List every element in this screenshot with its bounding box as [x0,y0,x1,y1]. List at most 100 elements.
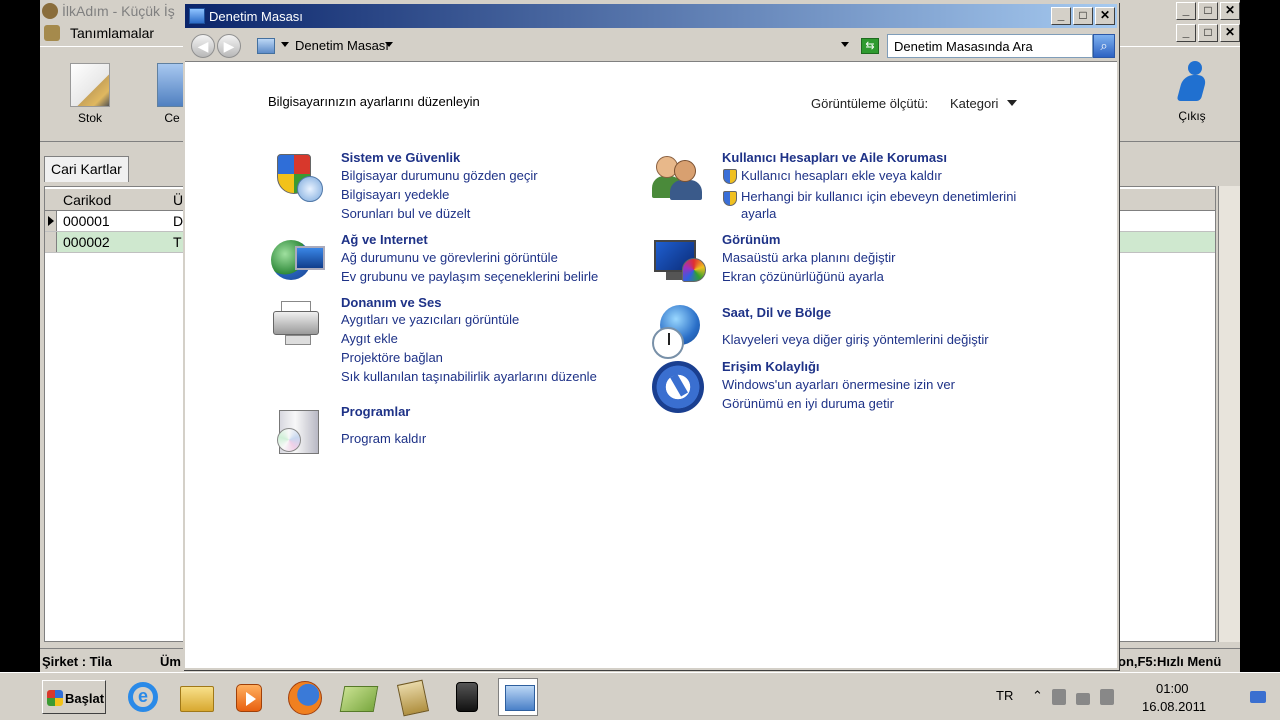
link-parental-controls-cont[interactable]: ayarla [741,206,776,221]
link-connect-projector[interactable]: Projektöre bağlan [341,350,443,365]
bg-maximize-button[interactable]: □ [1198,2,1218,20]
link-mobility-settings[interactable]: Sık kullanılan taşınabilirlik ayarlarını… [341,369,597,384]
breadcrumb-chevron-down-icon[interactable] [385,42,393,47]
link-backup[interactable]: Bilgisayarı yedekle [341,187,449,202]
volume-icon[interactable] [1100,689,1114,705]
action-center-icon[interactable] [1052,689,1066,705]
start-button[interactable]: Başlat [42,680,106,714]
window-title: Denetim Masası [209,9,303,24]
search-icon[interactable]: ⌕ [1093,34,1115,58]
category-title[interactable]: Donanım ve Ses [341,295,441,310]
grid-vertical-scrollbar[interactable] [1218,186,1240,642]
link-suggest-settings[interactable]: Windows'un ayarları önermesine izin ver [722,377,955,392]
users-icon[interactable] [652,150,708,206]
taskbar-app[interactable] [446,678,486,716]
ease-of-access-icon[interactable] [652,359,708,415]
mdi-maximize-button[interactable]: □ [1198,24,1218,42]
bg-close-button[interactable]: ✕ [1220,2,1240,20]
link-parental-controls[interactable]: Herhangi bir kullanıcı için ebeveyn dene… [741,189,1016,204]
uac-shield-icon [723,191,737,206]
control-panel-titlebar[interactable]: Denetim Masası _ □ ✕ [185,4,1117,28]
link-desktop-background[interactable]: Masaüstü arka planını değiştir [722,250,895,265]
folder-icon [180,686,214,712]
language-indicator[interactable]: TR [996,688,1013,703]
search-input[interactable]: Denetim Masasında Ara [887,34,1093,58]
taskbar: Başlat e TR ⌃ 01:00 16.08.2011 [0,672,1280,720]
view-by-label: Görüntüleme ölçütü: [811,96,929,111]
breadcrumb[interactable]: Denetim Masası [251,35,857,57]
breadcrumb-dropdown-icon[interactable] [281,42,289,47]
network-globe-icon[interactable] [271,232,327,288]
row-col2: D [173,213,184,229]
grid-column-carikod[interactable]: Carikod [63,192,111,208]
windows-flag-icon [47,690,63,706]
link-troubleshoot[interactable]: Sorunları bul ve düzelt [341,206,470,221]
link-homegroup[interactable]: Ev grubunu ve paylaşım seçeneklerini bel… [341,269,598,284]
control-panel-content: Bilgisayarınızın ayarlarını düzenleyin G… [185,62,1117,672]
link-review-status[interactable]: Bilgisayar durumunu gözden geçir [341,168,538,183]
view-by-chevron-down-icon[interactable] [1007,100,1017,106]
link-keyboards-input[interactable]: Klavyeleri veya diğer giriş yöntemlerini… [722,332,989,347]
category-title[interactable]: Saat, Dil ve Bölge [722,305,831,320]
ce-label: Ce [164,111,180,125]
refresh-button[interactable]: ⇆ [861,38,879,54]
printer-icon[interactable] [271,295,327,351]
clock-time[interactable]: 01:00 [1156,681,1189,696]
documents-app-icon [396,679,430,717]
tray-chevron-icon[interactable]: ⌃ [1032,688,1043,704]
view-by-dropdown[interactable]: Kategori [950,96,998,111]
forward-button[interactable]: ▶ [217,34,241,58]
stok-button[interactable]: Stok [68,63,112,125]
category-title[interactable]: Programlar [341,404,410,419]
address-history-dropdown-icon[interactable] [841,42,849,47]
control-panel-icon [189,8,205,24]
monitor-palette-icon[interactable] [652,232,708,288]
menu-item-tanimlamalar[interactable]: Tanımlamalar [70,25,154,41]
row-indicator [45,211,57,231]
programs-disc-icon[interactable] [271,404,327,460]
row-code: 000002 [63,234,110,250]
show-desktop-icon[interactable] [1250,691,1266,703]
bg-minimize-button[interactable]: _ [1176,2,1196,20]
control-panel-icon [505,685,535,711]
category-title[interactable]: Erişim Kolaylığı [722,359,820,374]
category-title[interactable]: Ağ ve Internet [341,232,428,247]
link-screen-resolution[interactable]: Ekran çözünürlüğünü ayarla [722,269,884,284]
tab-cari-kartlar[interactable]: Cari Kartlar [44,156,129,182]
link-optimize-display[interactable]: Görünümü en iyi duruma getir [722,396,894,411]
grid-column-2[interactable]: Ü [173,192,183,208]
taskbar-app[interactable] [338,678,379,716]
close-button[interactable]: ✕ [1095,7,1115,25]
mdi-minimize-button[interactable]: _ [1176,24,1196,42]
shield-icon[interactable] [271,150,327,206]
minimize-button[interactable]: _ [1051,7,1071,25]
cikis-label: Çıkış [1178,109,1206,123]
stok-label: Stok [77,111,102,125]
cikis-button[interactable]: Çıkış [1168,61,1216,123]
category-title[interactable]: Kullanıcı Hesapları ve Aile Koruması [722,150,947,165]
mdi-close-button[interactable]: ✕ [1220,24,1240,42]
maximize-button[interactable]: □ [1073,7,1093,25]
taskbar-control-panel[interactable] [498,678,538,716]
back-button[interactable]: ◀ [191,34,215,58]
link-network-status[interactable]: Ağ durumunu ve görevlerini görüntüle [341,250,558,265]
row-code: 000001 [63,213,110,229]
breadcrumb-control-panel[interactable]: Denetim Masası [295,38,389,53]
clock-date[interactable]: 16.08.2011 [1142,699,1206,714]
link-add-device[interactable]: Aygıt ekle [341,331,398,346]
row-indicator [45,232,57,252]
link-add-remove-accounts[interactable]: Kullanıcı hesapları ekle veya kaldır [741,168,942,183]
taskbar-explorer[interactable] [176,678,216,716]
link-devices-printers[interactable]: Aygıtları ve yazıcıları görüntüle [341,312,519,327]
category-title[interactable]: Görünüm [722,232,781,247]
firefox-icon [288,681,322,715]
background-app-title: İlkAdım - Küçük İş [62,3,175,19]
taskbar-media-player[interactable] [228,678,268,716]
category-title[interactable]: Sistem ve Güvenlik [341,150,460,165]
clock-globe-icon[interactable] [652,305,708,361]
taskbar-internet-explorer[interactable]: e [122,678,162,716]
taskbar-app[interactable] [392,678,432,717]
network-icon[interactable] [1076,693,1090,705]
taskbar-firefox[interactable] [284,678,324,716]
link-uninstall-program[interactable]: Program kaldır [341,431,426,446]
